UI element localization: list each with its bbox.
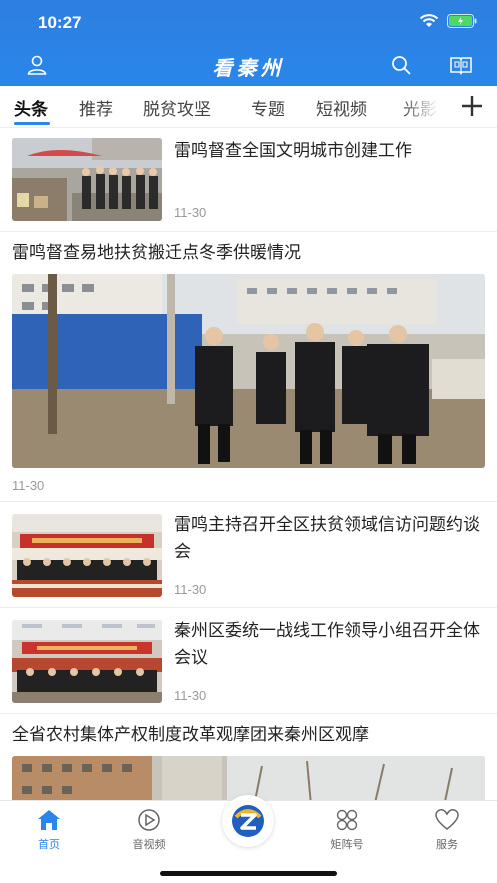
status-icons — [419, 14, 477, 28]
nav-label: 音视频 — [132, 838, 166, 851]
app-title: 看秦州 — [212, 56, 285, 80]
category-tabs: 头条 推荐 脱贫攻坚 专题 短视频 光影 — [0, 86, 497, 128]
news-date: 11-30 — [174, 688, 207, 703]
reader-icon[interactable] — [448, 52, 474, 78]
active-tab-indicator — [14, 122, 50, 125]
tab-topics[interactable]: 专题 — [251, 95, 285, 120]
status-time: 10:27 — [38, 13, 82, 32]
news-thumbnail — [12, 514, 162, 597]
news-date: 11-30 — [174, 205, 207, 220]
news-item[interactable]: 雷鸣主持召开全区扶贫领域信访问题约谈会 11-30 — [0, 502, 497, 608]
news-title: 雷鸣督查全国文明城市创建工作 — [174, 141, 412, 161]
wifi-icon — [419, 14, 439, 28]
news-thumbnail — [12, 620, 162, 703]
nav-home[interactable]: 首页 — [14, 807, 84, 852]
tab-short-video[interactable]: 短视频 — [316, 95, 367, 120]
news-date: 11-30 — [12, 478, 45, 493]
app-logo-button[interactable] — [222, 795, 274, 847]
news-title: 雷鸣主持召开全区扶贫领域信访问题约谈会 — [174, 515, 480, 562]
battery-icon — [447, 14, 477, 28]
play-icon — [138, 809, 160, 831]
matrix-icon — [336, 809, 358, 831]
tabs-fade — [400, 86, 450, 127]
news-item[interactable]: 秦州区委统一战线工作领导小组召开全体会议 11-30 — [0, 608, 497, 714]
tab-poverty-alleviation[interactable]: 脱贫攻坚 — [143, 95, 211, 120]
news-image — [12, 274, 485, 468]
home-icon — [38, 810, 60, 830]
news-title: 秦州区委统一战线工作领导小组召开全体会议 — [174, 621, 480, 668]
news-title: 全省农村集体产权制度改革观摩团来秦州区观摩 — [12, 725, 369, 745]
news-date: 11-30 — [174, 582, 207, 597]
news-title: 雷鸣督查易地扶贫搬迁点冬季供暖情况 — [12, 243, 301, 263]
news-thumbnail — [12, 138, 162, 221]
heart-icon — [435, 809, 459, 830]
news-feed: 雷鸣督查全国文明城市创建工作 11-30 雷鸣督查易地扶贫搬迁点冬季供暖情况 1… — [0, 128, 497, 800]
search-icon[interactable] — [388, 52, 414, 78]
app-logo-icon — [232, 805, 264, 837]
app-header: 10:27 看秦州 — [0, 0, 497, 86]
status-bar: 10:27 — [0, 0, 497, 46]
home-indicator — [160, 871, 337, 876]
nav-matrix[interactable]: 矩阵号 — [312, 807, 382, 852]
news-image — [12, 756, 485, 800]
news-item[interactable]: 全省农村集体产权制度改革观摩团来秦州区观摩 — [0, 714, 497, 800]
nav-label: 矩阵号 — [330, 838, 364, 851]
news-item[interactable]: 雷鸣督查易地扶贫搬迁点冬季供暖情况 11-30 — [0, 232, 497, 502]
add-tab-icon[interactable] — [458, 92, 486, 120]
nav-media[interactable]: 音视频 — [114, 807, 184, 852]
tab-recommended[interactable]: 推荐 — [79, 95, 113, 120]
nav-label: 服务 — [436, 838, 458, 851]
title-bar: 看秦州 — [0, 46, 497, 86]
news-item[interactable]: 雷鸣督查全国文明城市创建工作 11-30 — [0, 128, 497, 232]
tab-headlines[interactable]: 头条 — [14, 95, 48, 120]
nav-label: 首页 — [38, 838, 60, 851]
nav-services[interactable]: 服务 — [412, 807, 482, 852]
